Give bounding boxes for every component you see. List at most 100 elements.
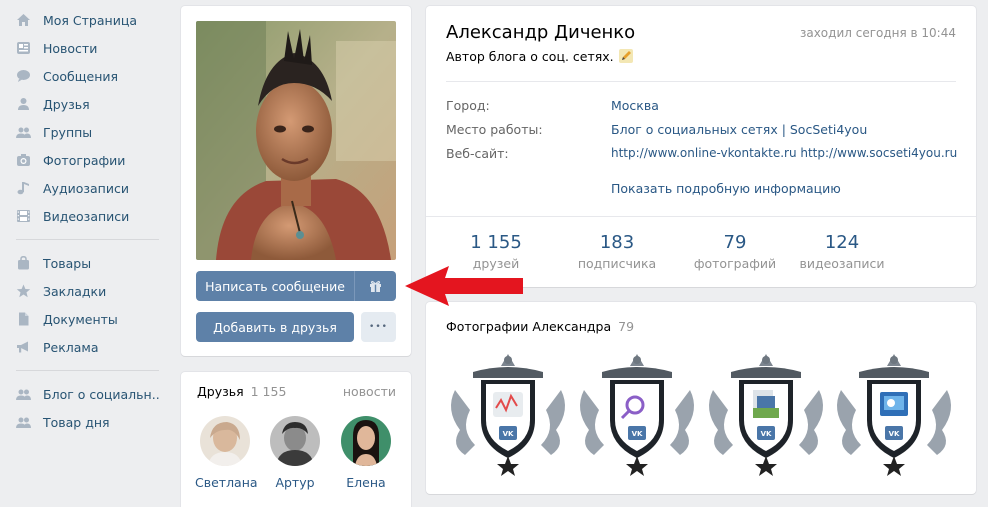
sidebar-item-news[interactable]: Новости bbox=[0, 36, 165, 60]
photo-thumbnail[interactable]: VK bbox=[831, 350, 957, 476]
counter-photos[interactable]: 79 фотографий bbox=[675, 232, 795, 271]
city-value[interactable]: Москва bbox=[611, 98, 659, 113]
sidebar-item-groups[interactable]: Группы bbox=[0, 120, 165, 144]
sidebar-item-label: Товар дня bbox=[43, 415, 110, 430]
svg-text:VK: VK bbox=[761, 430, 772, 438]
sidebar-item-label: Видеозаписи bbox=[43, 209, 130, 224]
photo-thumbnail[interactable]: VK bbox=[445, 350, 571, 476]
sidebar-divider bbox=[16, 370, 159, 371]
sidebar-item-label: Сообщения bbox=[43, 69, 119, 84]
more-actions-label: ••• bbox=[369, 322, 388, 332]
friend-item[interactable]: Елена bbox=[336, 416, 396, 490]
gift-button[interactable] bbox=[354, 271, 396, 301]
sidebar-item-product-of-day[interactable]: Товар дня bbox=[0, 410, 165, 434]
sidebar-item-community-blog[interactable]: Блог о социальн.. bbox=[0, 382, 165, 406]
sidebar-item-label: Товары bbox=[43, 256, 92, 271]
sidebar-item-bookmarks[interactable]: Закладки bbox=[0, 279, 165, 303]
add-friend-label: Добавить в друзья bbox=[213, 319, 337, 335]
more-actions-button[interactable]: ••• bbox=[361, 312, 396, 342]
sidebar-item-ads[interactable]: Реклама bbox=[0, 335, 165, 359]
sidebar-item-friends[interactable]: Друзья bbox=[0, 92, 165, 116]
profile-info-card: Александр Диченко заходил сегодня в 10:4… bbox=[426, 6, 976, 287]
counter-label: подписчика bbox=[577, 256, 657, 271]
sidebar-item-label: Моя Страница bbox=[43, 13, 137, 28]
svg-text:VK: VK bbox=[632, 430, 643, 438]
profile-photo[interactable] bbox=[196, 21, 396, 260]
profile-status[interactable]: Автор блога о соц. сетях. bbox=[446, 48, 634, 64]
friends-news-link[interactable]: новости bbox=[343, 384, 396, 399]
photos-header[interactable]: Фотографии Александра 79 bbox=[446, 319, 634, 334]
avatar-card: Написать сообщение Добавить в друзья ••• bbox=[181, 6, 411, 356]
sidebar-divider bbox=[16, 239, 159, 240]
sidebar-item-goods[interactable]: Товары bbox=[0, 251, 165, 275]
svg-text:VK: VK bbox=[503, 430, 514, 438]
sidebar-item-documents[interactable]: Документы bbox=[0, 307, 165, 331]
friends-header[interactable]: Друзья 1 155 bbox=[197, 384, 286, 399]
website-value[interactable]: http://www.online-vkontakte.ru http://ww… bbox=[611, 146, 957, 160]
write-message-button[interactable]: Написать сообщение bbox=[196, 271, 354, 301]
sidebar-item-messages[interactable]: Сообщения bbox=[0, 64, 165, 88]
photo-thumbnail[interactable]: VK bbox=[703, 350, 829, 476]
svg-text:VK: VK bbox=[889, 430, 900, 438]
photo-thumbnail[interactable]: VK bbox=[574, 350, 700, 476]
friend-avatar bbox=[270, 416, 320, 466]
website-label: Веб-сайт: bbox=[446, 146, 509, 161]
info-divider bbox=[446, 81, 956, 82]
counter-value: 183 bbox=[599, 232, 635, 253]
photos-title: Фотографии Александра bbox=[446, 319, 612, 334]
friends-card: Друзья 1 155 новости Светлана Артур Елен… bbox=[181, 372, 411, 507]
bag-icon bbox=[18, 256, 29, 270]
megaphone-icon bbox=[17, 341, 28, 353]
profile-photo-image bbox=[196, 21, 396, 260]
show-more-info-link[interactable]: Показать подробную информацию bbox=[611, 181, 841, 196]
sidebar-item-video[interactable]: Видеозаписи bbox=[0, 204, 165, 228]
sidebar-item-label: Документы bbox=[43, 312, 118, 327]
sidebar-item-label: Новости bbox=[43, 41, 98, 56]
friend-item[interactable]: Светлана bbox=[195, 416, 258, 490]
friend-name: Елена bbox=[346, 475, 386, 490]
messages-icon bbox=[17, 70, 30, 82]
shield-emblem-image: VK bbox=[709, 354, 823, 476]
group-icon bbox=[16, 417, 31, 428]
groups-icon bbox=[16, 127, 31, 138]
sidebar-item-photos[interactable]: Фотографии bbox=[0, 148, 165, 172]
friend-avatar bbox=[341, 416, 391, 466]
city-label: Город: bbox=[446, 98, 490, 113]
photos-card: Фотографии Александра 79 VK VK VK VK bbox=[426, 302, 976, 494]
add-friend-button[interactable]: Добавить в друзья bbox=[196, 312, 354, 342]
pencil-icon bbox=[618, 49, 633, 63]
sidebar-item-label: Аудиозаписи bbox=[43, 181, 129, 196]
home-icon bbox=[17, 14, 30, 26]
red-arrow-icon bbox=[405, 266, 523, 306]
photos-count: 79 bbox=[618, 319, 635, 334]
counters-divider bbox=[426, 216, 976, 217]
shield-emblem-image: VK bbox=[580, 354, 694, 476]
last-seen: заходил сегодня в 10:44 bbox=[799, 26, 956, 40]
sidebar-item-label: Блог о социальн.. bbox=[43, 387, 160, 402]
status-text: Автор блога о соц. сетях. bbox=[446, 48, 614, 64]
document-icon bbox=[19, 312, 29, 326]
counter-value: 79 bbox=[723, 232, 747, 253]
sidebar-item-label: Реклама bbox=[43, 340, 99, 355]
sidebar-item-label: Группы bbox=[43, 125, 93, 140]
sidebar-item-audio[interactable]: Аудиозаписи bbox=[0, 176, 165, 200]
friend-item[interactable]: Артур bbox=[265, 416, 325, 490]
friends-icon bbox=[18, 98, 29, 110]
friend-name: Артур bbox=[275, 475, 315, 490]
work-value[interactable]: Блог о социальных сетях | SocSeti4you bbox=[611, 122, 867, 137]
counter-value: 1 155 bbox=[470, 232, 522, 253]
group-icon bbox=[16, 389, 31, 400]
counter-followers[interactable]: 183 подписчика bbox=[557, 232, 677, 271]
friend-avatar bbox=[200, 416, 250, 466]
music-icon bbox=[17, 182, 29, 195]
sidebar-item-label: Друзья bbox=[43, 97, 90, 112]
sidebar-item-label: Фотографии bbox=[43, 153, 126, 168]
gift-icon bbox=[370, 280, 381, 292]
counter-videos[interactable]: 124 видеозаписи bbox=[782, 232, 902, 271]
counter-label: видеозаписи bbox=[799, 256, 885, 271]
counter-label: фотографий bbox=[693, 256, 777, 271]
shield-emblem-image: VK bbox=[837, 354, 951, 476]
sidebar-item-my-page[interactable]: Моя Страница bbox=[0, 8, 165, 32]
write-message-label: Написать сообщение bbox=[205, 278, 345, 294]
friends-title: Друзья bbox=[197, 384, 244, 399]
